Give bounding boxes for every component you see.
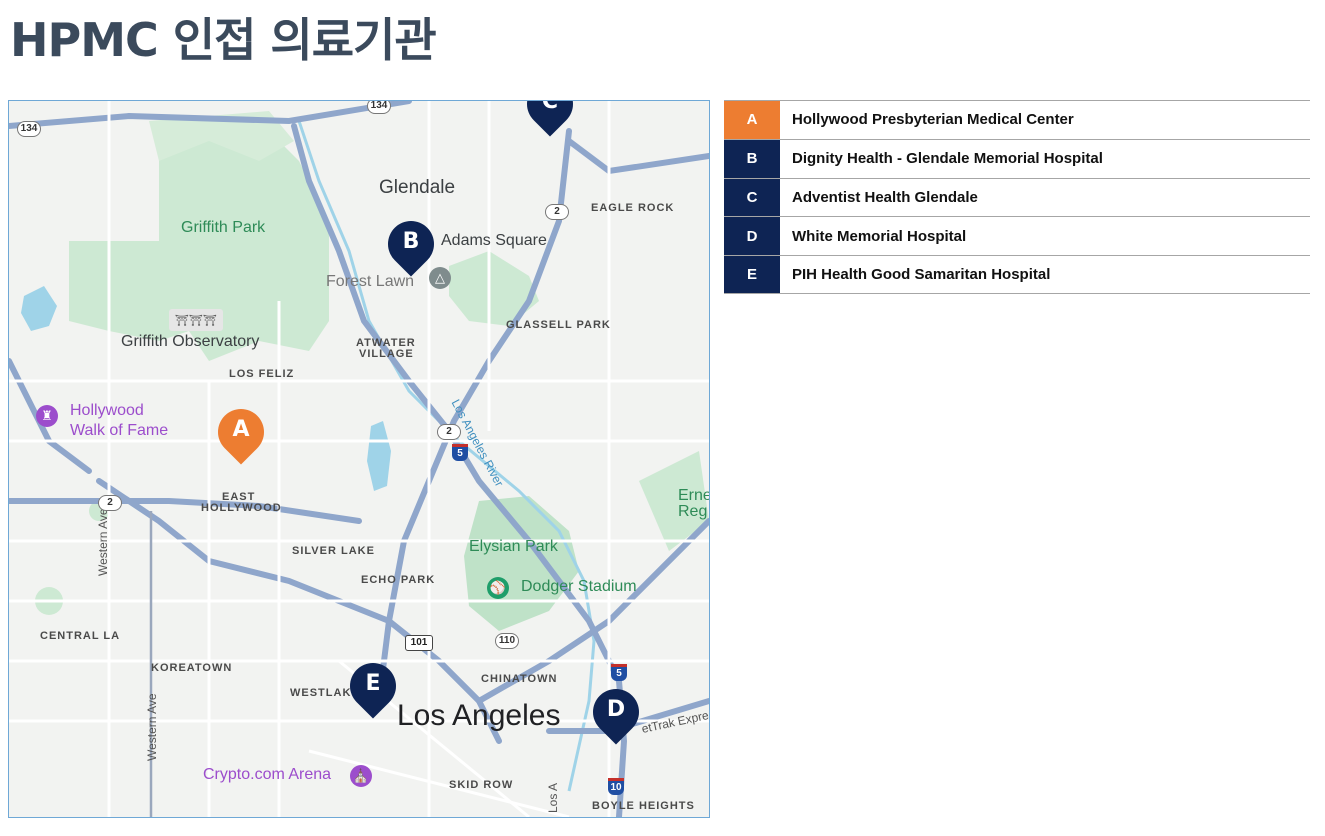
observatory-icon[interactable]: ⛩⛩⛩ — [169, 309, 223, 331]
shield-ca134-b: 134 — [17, 121, 41, 137]
label-griffith-park: Griffith Park — [181, 219, 266, 236]
label-western-ave-1: Western Ave — [96, 508, 110, 576]
legend-name: Dignity Health - Glendale Memorial Hospi… — [792, 150, 1103, 168]
shield-ca134-a: 134 — [367, 101, 391, 114]
pin-e[interactable]: E — [340, 653, 406, 725]
pin-b-label: B — [402, 229, 420, 254]
shield-i5-b: 5 — [611, 664, 627, 681]
label-ernest-2: Reg — [678, 503, 708, 520]
label-glassell-park: GLASSELL PARK — [506, 319, 611, 331]
label-chinatown: CHINATOWN — [481, 673, 558, 685]
elysian-park-area — [464, 496, 579, 631]
legend-name: White Memorial Hospital — [792, 227, 967, 245]
legend-row-b[interactable]: B Dignity Health - Glendale Memorial Hos… — [724, 138, 1310, 178]
fwy-134-east — [566, 138, 709, 175]
reservoir — [367, 421, 391, 491]
legend-code: B — [724, 139, 780, 178]
pin-c-label: C — [541, 100, 559, 114]
legend-code: C — [724, 178, 780, 217]
label-skid-row: SKID ROW — [449, 779, 514, 791]
legend-name: PIH Health Good Samaritan Hospital — [792, 266, 1051, 284]
shield-ca2-b: 2 — [437, 424, 461, 440]
label-hollywood-walk-1: Hollywood — [70, 402, 144, 419]
label-crypto-arena: Crypto.com Arena — [203, 766, 332, 783]
label-los-river-bottom: Los A — [546, 782, 560, 813]
fwy-2 — [376, 128, 572, 704]
shield-ca110: 110 — [495, 633, 519, 649]
legend-name: Hollywood Presbyterian Medical Center — [792, 111, 1074, 129]
pin-b[interactable]: B — [378, 211, 444, 283]
stadium-icon[interactable]: ⚾ — [487, 577, 509, 599]
label-atwater-2: VILLAGE — [359, 348, 414, 360]
pin-c[interactable]: C — [517, 100, 583, 143]
label-boyle-heights: BOYLE HEIGHTS — [592, 800, 695, 812]
shield-i5-a: 5 — [452, 444, 468, 461]
shield-us101: 101 — [405, 635, 433, 651]
label-los-feliz: LOS FELIZ — [229, 368, 295, 380]
label-east-hollywood-2: HOLLYWOOD — [201, 502, 282, 514]
hospital-legend: A Hollywood Presbyterian Medical Center … — [724, 100, 1310, 294]
forest-lawn-area — [449, 251, 539, 326]
arena-icon[interactable]: ⛪ — [350, 765, 372, 787]
legend-code: E — [724, 256, 780, 293]
legend-row-d[interactable]: D White Memorial Hospital — [724, 216, 1310, 256]
label-hollywood-walk-2: Walk of Fame — [70, 422, 169, 439]
label-griffith-observatory: Griffith Observatory — [121, 333, 260, 350]
label-dodger-stadium: Dodger Stadium — [521, 578, 637, 595]
pin-e-label: E — [365, 671, 381, 696]
legend-name: Adventist Health Glendale — [792, 188, 978, 206]
shield-i10: 10 — [608, 778, 624, 795]
label-central-la: CENTRAL LA — [40, 630, 121, 642]
landmark-icon[interactable]: ♜ — [36, 405, 58, 427]
label-western-ave-2: Western Ave — [145, 693, 159, 761]
label-elysian-park: Elysian Park — [469, 538, 558, 555]
legend-code: D — [724, 217, 780, 256]
label-westlake: WESTLAK — [290, 687, 352, 699]
map[interactable]: Glendale Los Angeles Griffith Park Griff… — [8, 100, 710, 818]
legend-row-c[interactable]: C Adventist Health Glendale — [724, 177, 1310, 217]
pin-a[interactable]: A — [208, 399, 274, 471]
shield-ca2-c: 2 — [98, 495, 122, 511]
label-glendale: Glendale — [379, 177, 456, 198]
label-eagle-rock: EAGLE ROCK — [591, 202, 675, 214]
pin-d[interactable]: D — [583, 679, 649, 751]
legend-row-a[interactable]: A Hollywood Presbyterian Medical Center — [724, 100, 1310, 139]
pin-a-label: A — [232, 417, 250, 442]
legend-row-e[interactable]: E PIH Health Good Samaritan Hospital — [724, 255, 1310, 294]
fwy-2-west — [9, 498, 362, 524]
label-silver-lake: SILVER LAKE — [292, 545, 375, 557]
label-los-angeles: Los Angeles — [397, 699, 561, 732]
label-echo-park: ECHO PARK — [361, 574, 436, 586]
shield-ca2-a: 2 — [545, 204, 569, 220]
page-title: HPMC 인접 의료기관 — [10, 13, 437, 67]
pin-d-label: D — [606, 697, 626, 722]
label-adams-square: Adams Square — [441, 232, 547, 249]
lake-west — [21, 286, 57, 331]
label-koreatown: KOREATOWN — [151, 662, 233, 674]
legend-code: A — [724, 101, 780, 139]
